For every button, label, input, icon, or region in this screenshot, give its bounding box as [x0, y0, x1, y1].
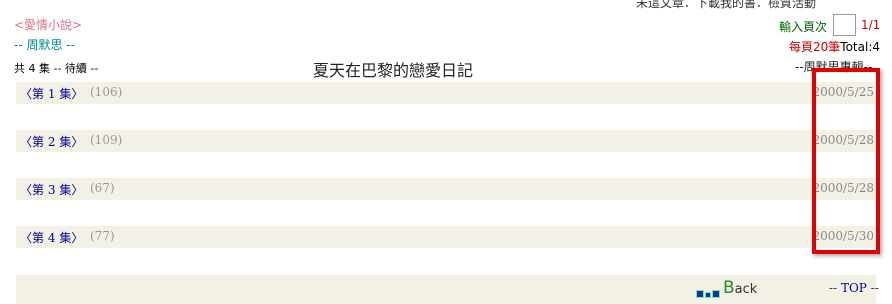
page-count: 1/1	[861, 18, 881, 32]
back-label-rest: ack	[734, 282, 758, 297]
top-prefix: --	[829, 281, 841, 295]
category-link[interactable]: <愛情小說>	[14, 16, 82, 33]
episode-label-close: 集〉	[59, 183, 84, 197]
episode-label-open: 〈第	[20, 231, 45, 245]
episode-row: 〈第 1 集〉 (106) 2000/5/25	[16, 82, 876, 104]
episode-number: 3	[47, 183, 56, 197]
episode-number: 2	[47, 135, 56, 149]
page-number-input[interactable]	[833, 14, 856, 36]
total-count: Total:4	[840, 40, 880, 54]
episode-row: 〈第 2 集〉 (109) 2000/5/28	[16, 130, 876, 152]
back-icon	[696, 290, 704, 298]
episode-link[interactable]: 〈第 2 集〉	[20, 133, 83, 150]
page-input-label: 輸入頁次	[779, 20, 828, 34]
author-name: -- 周默思 --	[14, 38, 75, 52]
episode-number: 1	[47, 87, 56, 101]
date-column-highlight	[812, 68, 880, 254]
episode-label-close: 集〉	[59, 87, 84, 101]
episode-link[interactable]: 〈第 4 集〉	[20, 229, 83, 246]
episode-number: 4	[47, 231, 56, 245]
per-page-number: 20筆	[813, 40, 841, 54]
book-title: 夏天在巴黎的戀愛日記	[313, 61, 474, 80]
top-suffix: --	[866, 281, 879, 295]
episode-label-open: 〈第	[20, 135, 45, 149]
episode-view-count: (77)	[90, 229, 115, 243]
episode-row: 〈第 4 集〉 (77) 2000/5/30	[16, 226, 876, 248]
top-nav-cut[interactable]: 未這文章．下載我的書．檢質活動	[636, 0, 816, 11]
episode-view-count: (109)	[90, 133, 123, 147]
back-icon	[712, 290, 720, 298]
episode-label-close: 集〉	[59, 135, 84, 149]
back-icon	[705, 292, 711, 298]
episode-row: 〈第 3 集〉 (67) 2000/5/28	[16, 178, 876, 200]
episode-view-count: (67)	[90, 181, 115, 195]
top-link[interactable]: -- TOP --	[829, 281, 879, 295]
episode-label-open: 〈第	[20, 87, 45, 101]
top-word: TOP	[840, 281, 867, 295]
episode-label-close: 集〉	[59, 231, 84, 245]
episode-label-open: 〈第	[20, 183, 45, 197]
per-page-prefix: 每頁	[789, 40, 814, 54]
back-label: Back	[723, 278, 757, 298]
back-label-cap: B	[723, 278, 735, 298]
episode-link[interactable]: 〈第 3 集〉	[20, 181, 83, 198]
per-page-info: 每頁20筆Total:4	[789, 38, 880, 55]
episodes-info: 共 4 集 -- 待續 --	[14, 62, 99, 75]
episode-view-count: (106)	[90, 85, 123, 99]
episode-link[interactable]: 〈第 1 集〉	[20, 85, 83, 102]
back-link[interactable]: Back	[696, 278, 757, 298]
